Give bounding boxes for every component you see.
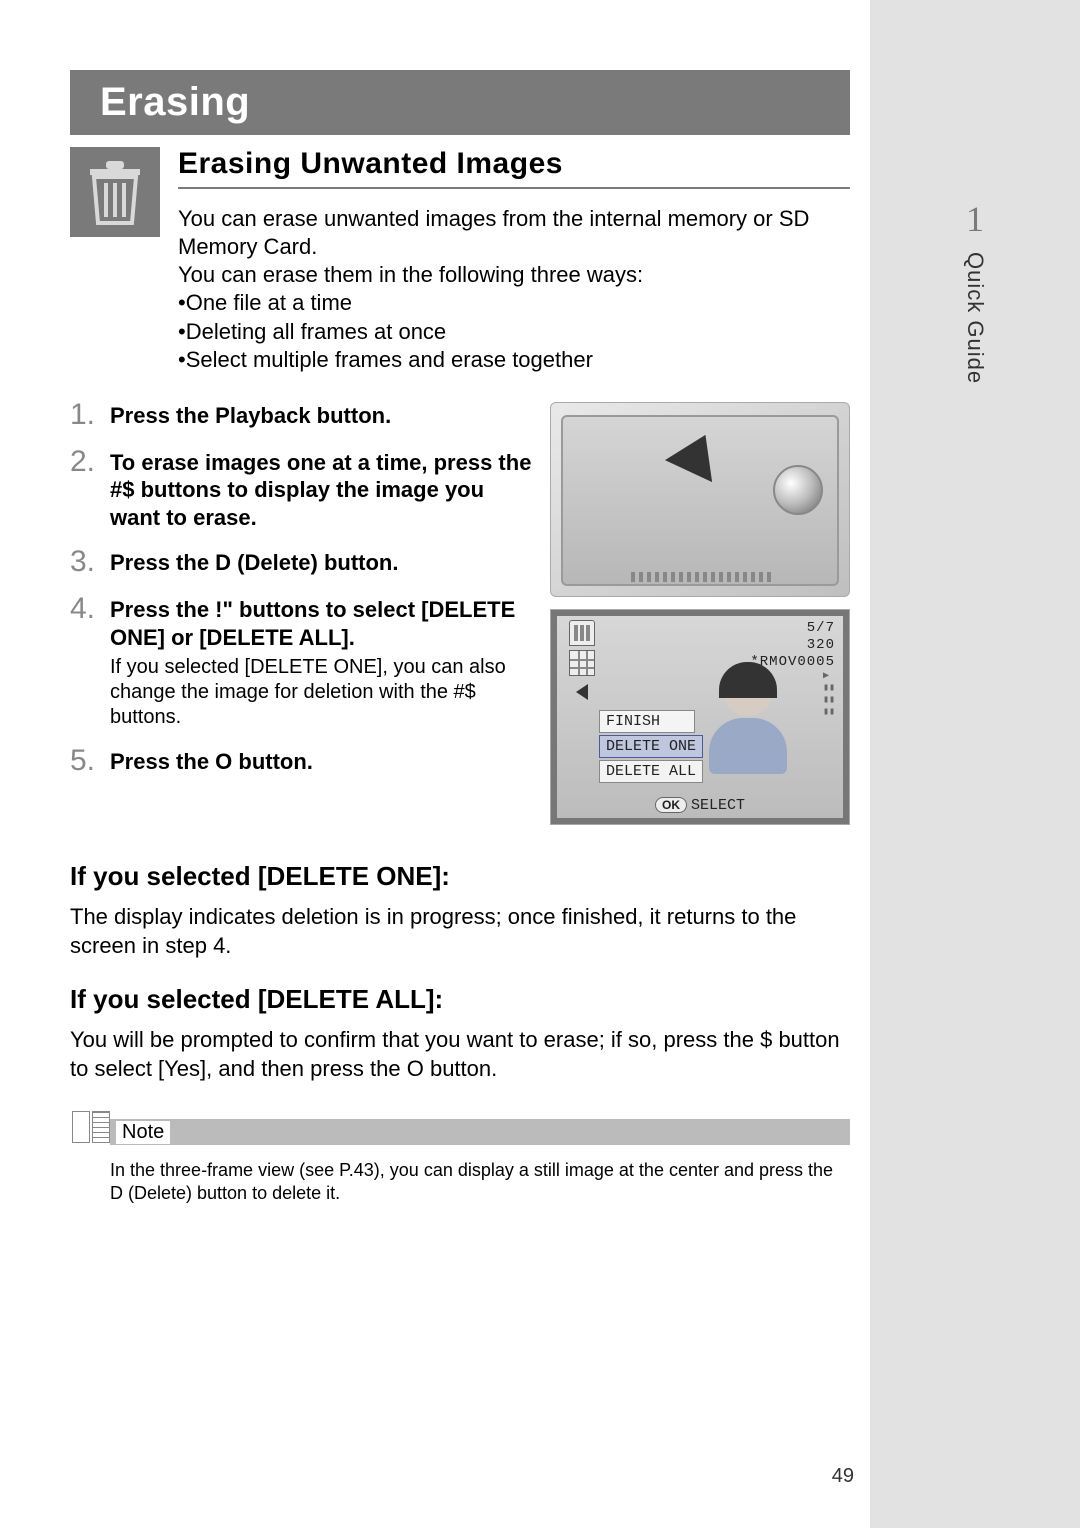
subsection-heading: If you selected [DELETE ALL]: (70, 984, 850, 1015)
step-text: Press the D (Delete) button. (110, 549, 534, 577)
intro-bullet: •Select multiple frames and erase togeth… (178, 346, 850, 374)
sample-photo (703, 666, 793, 776)
trash-icon (70, 147, 160, 237)
step-text: Press the O button. (110, 748, 534, 776)
intro-text: You can erase unwanted images from the i… (178, 205, 850, 374)
figure-lcd-screen: 5/7 320 *RMOV0005 ▶▮▮▮▮▮▮ FINISH DELETE … (550, 609, 850, 825)
intro-line: You can erase unwanted images from the i… (178, 205, 850, 261)
section-header-row: Erasing Unwanted Images You can erase un… (70, 147, 850, 374)
page-title-bar: Erasing (70, 70, 850, 135)
lcd-footer: OKSELECT (557, 797, 843, 814)
menu-item-delete-all: DELETE ALL (599, 760, 703, 783)
intro-bullet: •One file at a time (178, 289, 850, 317)
menu-item-finish: FINISH (599, 710, 695, 733)
lcd-top-readout: 5/7 320 *RMOV0005 (750, 620, 835, 670)
subsection-delete-all: If you selected [DELETE ALL]: You will b… (70, 984, 850, 1083)
steps-list: 1. Press the Playback button. 2. To eras… (70, 398, 534, 837)
delete-menu: FINISH DELETE ONE DELETE ALL (599, 710, 703, 785)
subsection-heading: If you selected [DELETE ONE]: (70, 861, 850, 892)
step-text: Press the Playback button. (110, 402, 534, 430)
step-2: 2. To erase images one at a time, press … (70, 445, 534, 532)
note-header: Note (70, 1119, 850, 1145)
step-1: 1. Press the Playback button. (70, 398, 534, 431)
step-number: 5. (70, 744, 104, 777)
note-text: In the three-frame view (see P.43), you … (110, 1159, 850, 1206)
main-column: Erasing Erasing Unwanted Images You can … (70, 70, 850, 1206)
chapter-label: Quick Guide (962, 252, 988, 384)
page-number: 49 (832, 1465, 854, 1488)
lcd-left-icons (565, 620, 599, 700)
dial-icon (773, 465, 823, 515)
step-text: Press the !" buttons to select [DELETE O… (110, 596, 534, 651)
note-block: Note In the three-frame view (see P.43),… (70, 1119, 850, 1206)
step-number: 3. (70, 545, 104, 578)
arrow-left-icon (576, 684, 588, 700)
chapter-number: 1 (870, 198, 1080, 240)
arrow-icon (665, 424, 729, 482)
step-number: 4. (70, 592, 104, 730)
frame-counter: 5/7 (750, 620, 835, 637)
step-4: 4. Press the !" buttons to select [DELET… (70, 592, 534, 730)
select-label: SELECT (691, 797, 745, 814)
trash-icon (569, 620, 595, 646)
intro-bullet: •Deleting all frames at once (178, 318, 850, 346)
lcd-inner: 5/7 320 *RMOV0005 ▶▮▮▮▮▮▮ FINISH DELETE … (557, 616, 843, 818)
step-number: 2. (70, 445, 104, 532)
note-icon (70, 1107, 110, 1147)
chapter-tab: 1 Quick Guide (870, 0, 1080, 1528)
grid-icon (569, 650, 595, 676)
menu-item-delete-one: DELETE ONE (599, 735, 703, 758)
manual-page: 1 Quick Guide Erasing Erasing Unwanted I… (0, 0, 1080, 1528)
figures-column: 5/7 320 *RMOV0005 ▶▮▮▮▮▮▮ FINISH DELETE … (550, 398, 850, 837)
page-title: Erasing (100, 80, 250, 125)
subsection-text: The display indicates deletion is in pro… (70, 902, 850, 960)
intro-line: You can erase them in the following thre… (178, 261, 850, 289)
steps-with-figures: 1. Press the Playback button. 2. To eras… (70, 398, 850, 837)
grip-texture (631, 572, 771, 582)
subsection-delete-one: If you selected [DELETE ONE]: The displa… (70, 861, 850, 960)
section-title: Erasing Unwanted Images (178, 147, 850, 189)
step-text: To erase images one at a time, press the… (110, 449, 534, 532)
step-number: 1. (70, 398, 104, 431)
resolution: 320 (750, 637, 835, 654)
figure-camera-back (550, 402, 850, 597)
step-subtext: If you selected [DELETE ONE], you can al… (110, 655, 534, 730)
step-5: 5. Press the O button. (70, 744, 534, 777)
subsection-text: You will be prompted to confirm that you… (70, 1025, 850, 1083)
ok-button-icon: OK (655, 797, 687, 813)
step-3: 3. Press the D (Delete) button. (70, 545, 534, 578)
note-label: Note (116, 1121, 170, 1144)
right-indicator: ▶▮▮▮▮▮▮ (823, 670, 835, 718)
